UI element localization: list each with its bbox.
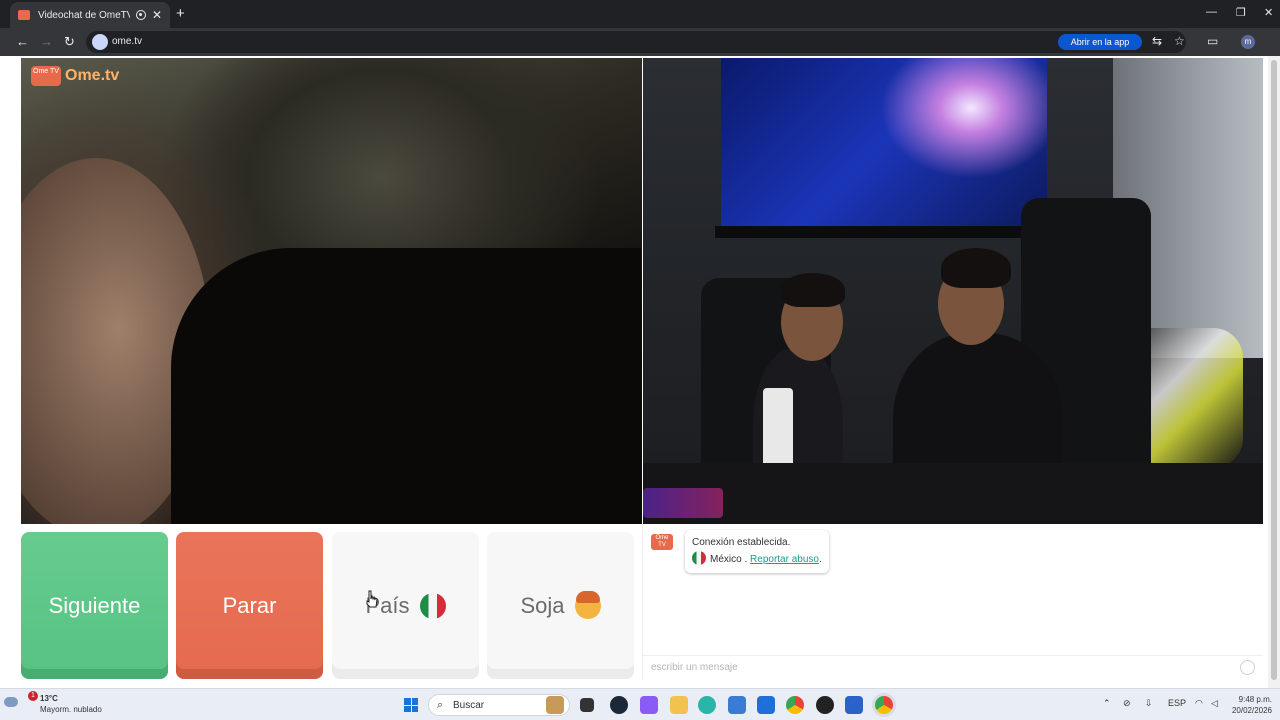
steam-icon[interactable]	[610, 696, 628, 714]
ometv-page: Ome TV Ome.tv Siguiente Parar País Soja …	[0, 56, 1280, 688]
remote-video-keyboard	[643, 488, 723, 518]
file-explorer-icon[interactable]	[670, 696, 688, 714]
chat-system-message: Conexión establecida. México . Reportar …	[685, 530, 829, 573]
next-button[interactable]: Siguiente	[21, 532, 168, 679]
remote-video-hair-right	[941, 248, 1011, 288]
translate-icon[interactable]: ⇆	[1152, 34, 1162, 48]
chat-message-input[interactable]: escribir un mensaje	[643, 655, 1263, 679]
chat-input-placeholder: escribir un mensaje	[651, 662, 738, 673]
tab-close-icon[interactable]: ✕	[152, 8, 162, 22]
obs-icon[interactable]	[816, 696, 834, 714]
copilot-icon[interactable]	[640, 696, 658, 714]
mexico-flag-icon	[419, 592, 446, 619]
weather-temp: 13°C	[40, 694, 58, 703]
local-video-shadow	[171, 248, 641, 524]
mexico-flag-small-icon	[692, 551, 706, 565]
app-3-icon[interactable]	[845, 696, 863, 714]
new-tab-button[interactable]: +	[176, 5, 185, 22]
cloud-icon[interactable]	[4, 697, 18, 707]
chat-system-avatar: Ome TV	[651, 534, 673, 550]
taskbar-search-label: Buscar	[453, 700, 485, 711]
wifi-icon[interactable]: ◠	[1195, 698, 1203, 709]
chrome-active-icon[interactable]	[875, 696, 893, 714]
logo-badge: Ome TV	[31, 66, 61, 86]
clock-time: 9:48 p.m.	[1238, 695, 1272, 704]
outlook-icon[interactable]	[757, 696, 775, 714]
search-highlight-icon[interactable]	[546, 696, 564, 714]
ometv-logo: Ome TV Ome.tv	[31, 66, 119, 86]
windows-start-icon[interactable]	[404, 698, 418, 712]
task-view-icon[interactable]	[580, 698, 594, 712]
connection-status-text: Conexión establecida.	[692, 537, 791, 548]
ometv-favicon-icon	[18, 10, 30, 20]
search-icon: ⌕	[437, 699, 444, 711]
tab-strip: Videochat de OmeTV: una a ✕ + — ❐ ✕	[0, 0, 1280, 28]
country-separator: .	[741, 554, 751, 565]
page-scrollbar[interactable]	[1268, 56, 1280, 688]
weather-desc: Mayorm. nublado	[40, 705, 102, 714]
scrollbar-thumb[interactable]	[1271, 60, 1277, 680]
taskbar-clock[interactable]: 9:48 p.m. 20/02/2026	[1228, 694, 1272, 716]
recording-icon	[135, 10, 146, 20]
open-in-app-button[interactable]: Abrir en la app	[1058, 34, 1142, 50]
stop-button-label: Parar	[222, 592, 277, 618]
volume-icon[interactable]: ◁	[1211, 698, 1218, 709]
reload-icon[interactable]: ↻	[64, 34, 75, 50]
side-panel-icon[interactable]: ▭	[1207, 34, 1218, 48]
mouse-pointer-icon	[366, 590, 378, 608]
report-abuse-link[interactable]: Reportar abuso	[750, 554, 819, 565]
country-filter-button[interactable]: País	[332, 532, 479, 679]
remote-video-tv-stand	[715, 226, 1053, 238]
stop-button[interactable]: Parar	[176, 532, 323, 679]
person-emoji-icon	[574, 590, 601, 619]
emoji-picker-icon[interactable]	[1240, 660, 1255, 675]
minimize-icon[interactable]: —	[1206, 6, 1217, 18]
tray-overflow-icon[interactable]: ⌃	[1103, 698, 1111, 709]
next-button-label: Siguiente	[48, 592, 141, 618]
tray-network-off-icon[interactable]: ⊘	[1123, 698, 1131, 709]
partner-country: México	[710, 554, 742, 565]
tab-ometv[interactable]: Videochat de OmeTV: una a ✕	[10, 2, 170, 28]
edge-icon[interactable]	[698, 696, 716, 714]
remote-video-desk	[643, 463, 1263, 524]
forward-icon[interactable]: →	[40, 34, 53, 49]
language-indicator[interactable]: ESP	[1168, 698, 1186, 708]
bookmark-star-icon[interactable]: ☆	[1174, 34, 1185, 48]
url-text: ome.tv	[112, 36, 143, 47]
remote-video	[643, 58, 1263, 524]
site-info-icon[interactable]	[92, 34, 108, 50]
report-suffix: .	[818, 554, 822, 565]
tray-download-icon[interactable]: ⇩	[1145, 698, 1153, 709]
chat-panel: Ome TV Conexión establecida. México . Re…	[642, 524, 1264, 680]
profile-avatar[interactable]: m	[1241, 35, 1255, 49]
windows-taskbar: 1 13°C Mayorm. nublado ⌕ Buscar ⌃ ⊘ ⇩ ES…	[0, 688, 1280, 720]
remote-video-tv	[721, 58, 1047, 226]
gender-button-label: Soja	[520, 592, 565, 618]
partner-country-line: México . Reportar abuso.	[692, 551, 822, 568]
close-window-icon[interactable]: ✕	[1264, 6, 1273, 19]
weather-widget[interactable]: 13°C Mayorm. nublado	[20, 693, 102, 715]
gender-filter-button[interactable]: Soja	[487, 532, 634, 679]
clock-date: 20/02/2026	[1231, 706, 1272, 715]
store-icon[interactable]	[728, 696, 746, 714]
local-video: Ome TV Ome.tv	[21, 58, 642, 524]
remote-video-hair-left	[781, 273, 845, 307]
back-icon[interactable]: ←	[16, 34, 29, 49]
address-bar[interactable]: ome.tv	[86, 31, 1186, 53]
maximize-icon[interactable]: ❐	[1236, 6, 1246, 19]
tab-title: Videochat de OmeTV: una a	[38, 9, 130, 21]
logo-text: Ome.tv	[65, 67, 120, 84]
chrome-icon[interactable]	[786, 696, 804, 714]
